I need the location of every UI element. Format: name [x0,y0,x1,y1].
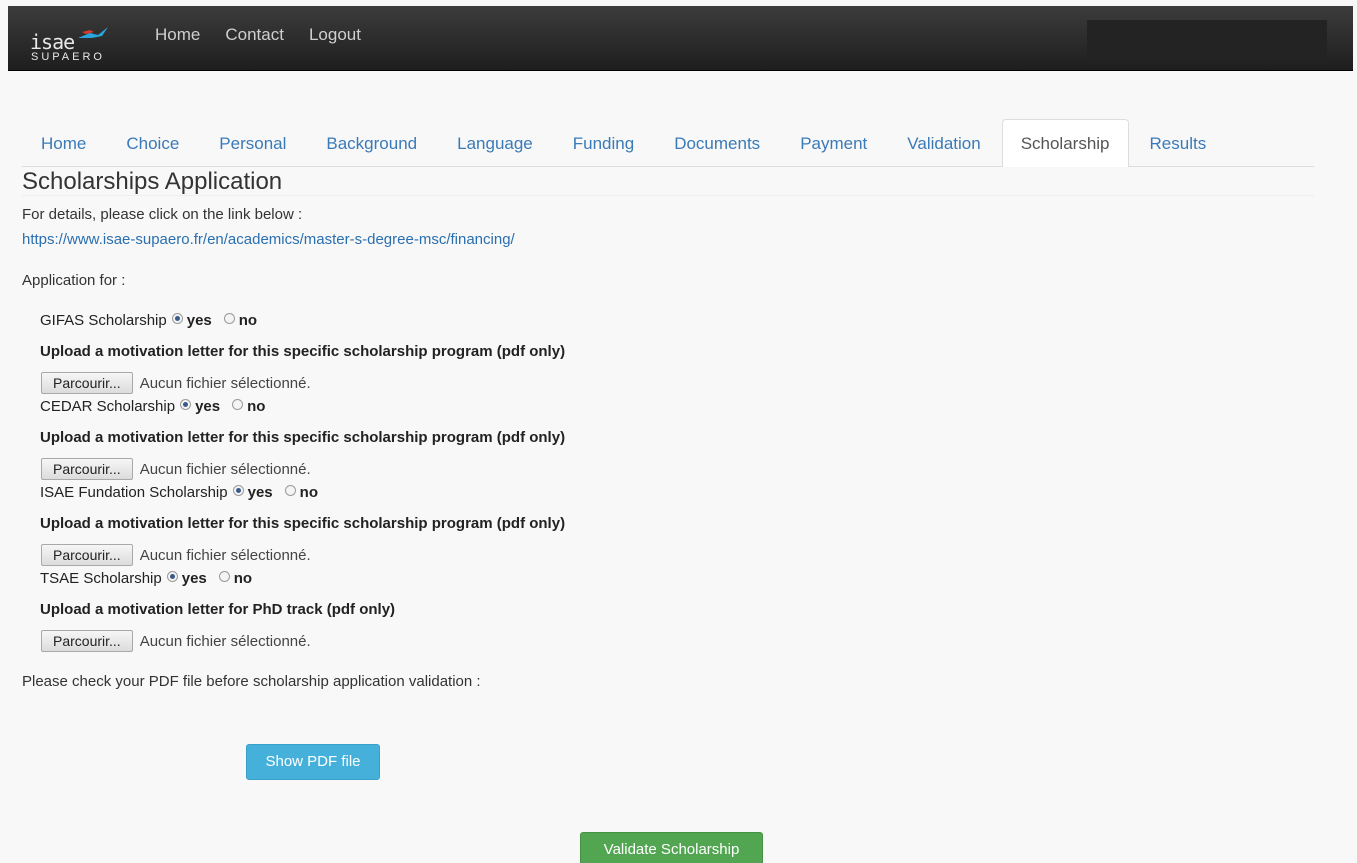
nav-contact-link[interactable]: Contact [216,25,293,45]
radio-yes-label: yes [186,312,212,329]
upload-label-isae-fundation: Upload a motivation letter for this spec… [40,515,566,532]
scholarship-name: GIFAS Scholarship [40,312,167,329]
file-input-cedar: Parcourir... Aucun fichier sélectionné. [41,458,311,480]
scholarship-row-isae-fundation: ISAE Fundation Scholarship yes no [40,484,328,501]
file-input-gifas: Parcourir... Aucun fichier sélectionné. [41,372,311,394]
file-status: Aucun fichier sélectionné. [139,632,311,650]
radio-yes-label: yes [181,570,207,587]
upload-label-cedar: Upload a motivation letter for this spec… [40,429,566,446]
tab-background[interactable]: Background [307,119,436,166]
radio-no[interactable] [232,399,244,410]
browse-button[interactable]: Parcourir... [41,458,133,480]
scholarship-name: TSAE Scholarship [40,570,162,587]
scholarship-row-gifas: GIFAS Scholarship yes no [40,312,267,329]
radio-no-label: no [247,398,266,415]
validate-scholarship-button[interactable]: Validate Scholarship [580,832,763,863]
isae-supaero-logo[interactable]: isae SUPAERO [30,24,120,68]
upload-label-tsae: Upload a motivation letter for PhD track… [40,601,396,618]
check-pdf-text: Please check your PDF file before schola… [22,673,481,690]
nav-home-link[interactable]: Home [146,25,209,45]
scholarship-row-tsae: TSAE Scholarship yes no [40,570,262,587]
radio-yes[interactable] [232,485,244,496]
tab-language[interactable]: Language [438,119,552,166]
nav-logout-link[interactable]: Logout [300,25,370,45]
tab-funding[interactable]: Funding [554,119,653,166]
user-info-box [1087,20,1327,58]
top-navbar: isae SUPAERO Home Contact Logout [8,6,1353,71]
radio-no-label: no [299,484,318,501]
show-pdf-button[interactable]: Show PDF file [246,744,380,780]
scholarship-name: CEDAR Scholarship [40,398,176,415]
radio-no[interactable] [284,485,296,496]
details-text: For details, please click on the link be… [22,206,303,223]
radio-no-label: no [238,312,258,329]
scholarship-row-cedar: CEDAR Scholarship yes no [40,398,275,415]
financing-link[interactable]: https://www.isae-supaero.fr/en/academics… [22,231,515,248]
file-status: Aucun fichier sélectionné. [139,374,311,392]
title-divider [22,195,1314,196]
radio-yes[interactable] [180,399,192,410]
tab-payment[interactable]: Payment [781,119,886,166]
file-status: Aucun fichier sélectionné. [139,546,311,564]
radio-yes[interactable] [171,313,183,324]
radio-yes[interactable] [166,571,178,582]
radio-yes-label: yes [247,484,273,501]
tab-home[interactable]: Home [22,119,105,166]
logo-text-supaero: SUPAERO [31,51,105,63]
browse-button[interactable]: Parcourir... [41,630,133,652]
tab-results[interactable]: Results [1131,119,1226,166]
file-status: Aucun fichier sélectionné. [139,460,311,478]
application-for-label: Application for : [22,272,126,289]
radio-no[interactable] [218,571,230,582]
tab-scholarship[interactable]: Scholarship [1001,119,1129,167]
tab-personal[interactable]: Personal [200,119,305,166]
tab-choice[interactable]: Choice [107,119,198,166]
tab-validation[interactable]: Validation [888,119,999,166]
tab-documents[interactable]: Documents [655,119,779,166]
logo-bird-icon [78,27,108,38]
application-tabs: Home Choice Personal Background Language… [22,119,1314,167]
file-input-isae-fundation: Parcourir... Aucun fichier sélectionné. [41,544,311,566]
file-input-tsae: Parcourir... Aucun fichier sélectionné. [41,630,311,652]
radio-yes-label: yes [195,398,221,415]
page-title: Scholarships Application [22,168,283,195]
page: isae SUPAERO Home Contact Logout Home Ch… [0,0,1357,863]
nav-links: Home Contact Logout [146,6,377,70]
radio-no[interactable] [223,313,235,324]
scholarship-name: ISAE Fundation Scholarship [40,484,228,501]
browse-button[interactable]: Parcourir... [41,544,133,566]
upload-label-gifas: Upload a motivation letter for this spec… [40,343,566,360]
radio-no-label: no [233,570,253,587]
browse-button[interactable]: Parcourir... [41,372,133,394]
